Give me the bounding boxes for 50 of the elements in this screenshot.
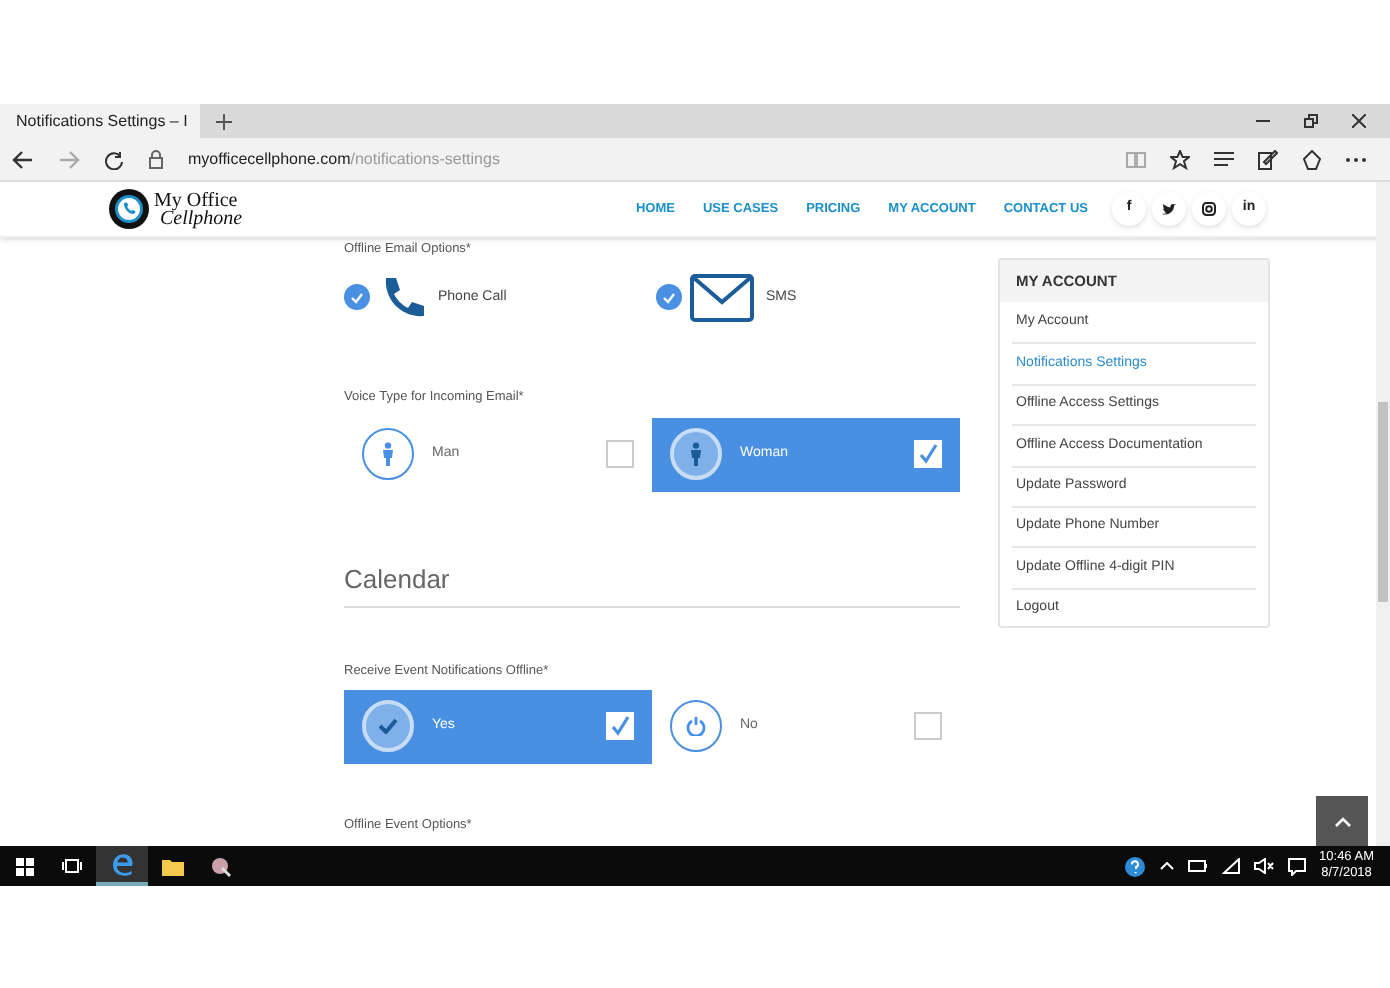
twitter-button[interactable] [1152, 192, 1186, 226]
restore-icon[interactable] [1304, 114, 1318, 128]
bird-icon [1162, 203, 1176, 215]
check-icon [918, 444, 938, 464]
browser-logo-icon[interactable] [111, 853, 133, 875]
address-field[interactable]: myofficecellphone.com/notifications-settings [188, 147, 500, 171]
check-icon [350, 291, 364, 304]
person-icon [670, 428, 722, 480]
back-arrow-icon[interactable] [12, 149, 34, 169]
browser-tab[interactable]: Notifications Settings – I [0, 104, 200, 138]
checkbox[interactable] [606, 712, 634, 741]
envelope-icon [690, 273, 754, 322]
help-icon[interactable] [1123, 855, 1146, 877]
close-icon[interactable] [1352, 114, 1366, 128]
lock-icon [148, 149, 164, 169]
logo-text: My Office [154, 191, 238, 209]
check-icon [610, 716, 630, 737]
scroll-to-top-button[interactable] [1316, 796, 1368, 846]
refresh-icon[interactable] [104, 149, 124, 169]
checkbox[interactable] [914, 440, 942, 468]
chevron-up-icon[interactable] [1159, 862, 1174, 870]
instagram-button[interactable] [1192, 192, 1226, 226]
logo-text: Cellphone [160, 209, 243, 227]
check-icon [362, 700, 414, 753]
folder-icon[interactable] [161, 857, 183, 875]
checkbox[interactable] [606, 440, 634, 468]
pen-note-icon[interactable] [1258, 149, 1278, 169]
app-icon[interactable] [209, 855, 231, 877]
check-icon [662, 291, 676, 304]
scrollbar-thumb[interactable] [1378, 402, 1388, 602]
wifi-icon[interactable] [1221, 858, 1240, 874]
notification-icon[interactable] [1287, 857, 1306, 875]
phone-logo-icon [108, 188, 150, 230]
checkbox[interactable] [914, 712, 942, 741]
checkbox[interactable] [656, 284, 682, 311]
speaker-muted-icon[interactable] [1253, 858, 1274, 874]
camera-icon [1202, 202, 1216, 216]
new-tab-icon[interactable] [216, 113, 232, 129]
windows-start-icon[interactable] [15, 857, 33, 875]
star-icon[interactable] [1170, 149, 1190, 169]
caret-up-icon [1333, 815, 1351, 827]
section-heading: Calendar [344, 559, 960, 608]
tab-title: Notifications Settings – I [16, 109, 188, 133]
battery-icon[interactable] [1187, 860, 1208, 872]
task-view-icon[interactable] [62, 858, 82, 874]
share-icon[interactable] [1302, 149, 1322, 169]
checkbox[interactable] [344, 284, 370, 311]
power-icon [670, 700, 722, 753]
person-icon [362, 428, 414, 480]
lines-icon[interactable] [1214, 152, 1234, 166]
